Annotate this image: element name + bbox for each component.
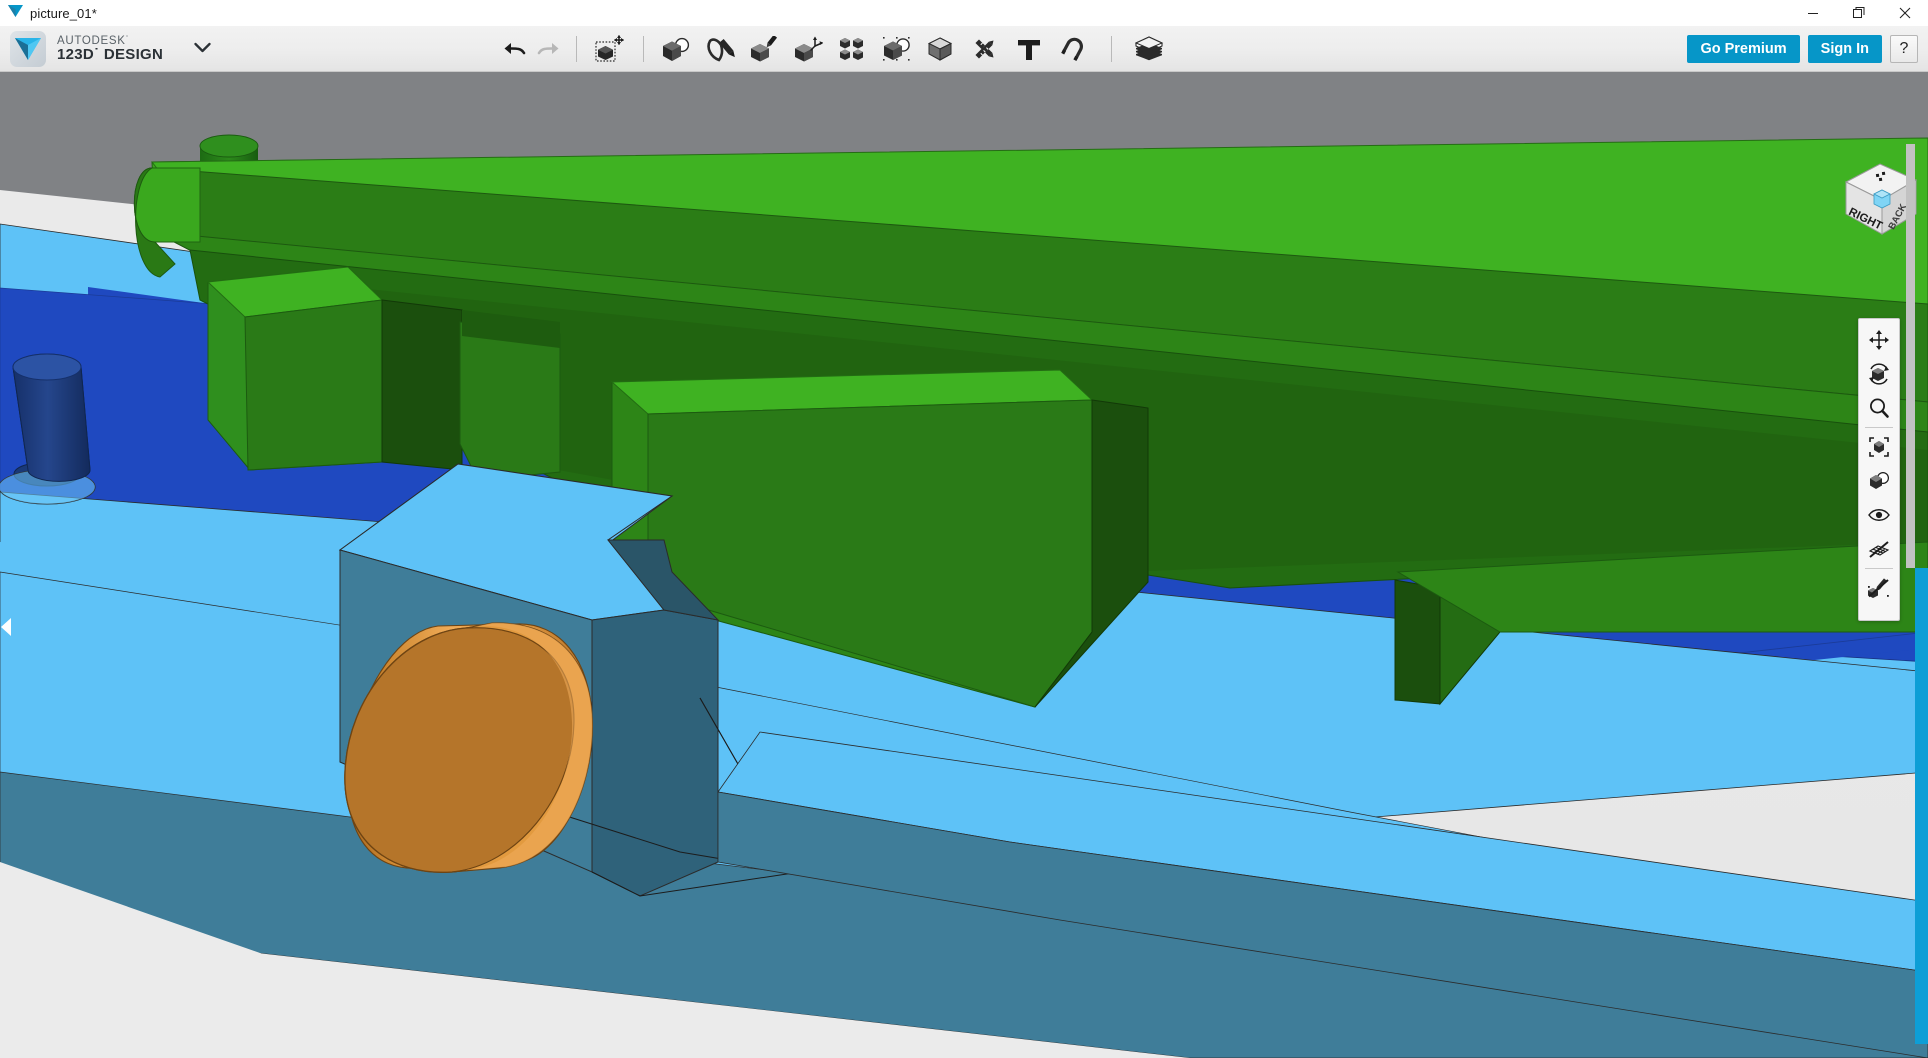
sign-in-button[interactable]: Sign In <box>1808 35 1882 63</box>
navbar-divider-2 <box>1865 568 1893 569</box>
account-actions: Go Premium Sign In ? <box>1687 26 1918 72</box>
restore-button[interactable] <box>1836 0 1882 26</box>
navbar-divider-1 <box>1865 427 1893 428</box>
construct-button[interactable] <box>743 30 787 68</box>
close-button[interactable] <box>1882 0 1928 26</box>
pattern-button[interactable] <box>831 30 875 68</box>
tool-group <box>497 26 1172 72</box>
snap-button[interactable] <box>1051 30 1095 68</box>
title-bar: picture_01* <box>0 0 1928 26</box>
fit-view-tool[interactable] <box>1861 430 1897 464</box>
combine-button[interactable] <box>875 30 919 68</box>
visual-style-tool[interactable] <box>1861 464 1897 498</box>
primitives-button[interactable] <box>655 30 699 68</box>
title-bar-left: picture_01* <box>0 4 97 23</box>
modify-button[interactable] <box>787 30 831 68</box>
minimize-button[interactable] <box>1790 0 1836 26</box>
chevron-down-icon[interactable] <box>194 40 211 58</box>
zoom-tool[interactable] <box>1861 391 1897 425</box>
orbit-tool[interactable] <box>1861 357 1897 391</box>
toolbar-separator-1 <box>576 36 577 62</box>
application-toolbar: AUTODESK˙ 123D˙ DESIGN <box>0 26 1928 72</box>
sketch-button[interactable] <box>699 30 743 68</box>
transform-button[interactable] <box>588 30 632 68</box>
toolbar-separator-2 <box>643 36 644 62</box>
brand-line-product: 123D˙ DESIGN <box>57 47 163 63</box>
brand-text: AUTODESK˙ 123D˙ DESIGN <box>57 35 163 63</box>
home-cube-icon <box>1874 190 1890 208</box>
autodesk-logo-icon <box>8 4 23 23</box>
text-button[interactable] <box>1007 30 1051 68</box>
window-controls <box>1790 0 1928 26</box>
snap-toggle-tool[interactable] <box>1861 571 1897 605</box>
panel-collapse-handle[interactable] <box>1915 568 1928 1044</box>
navigation-bar <box>1858 318 1900 621</box>
viewport-scrollbar[interactable] <box>1906 144 1915 568</box>
redo-button[interactable] <box>531 30 565 68</box>
brand-line-autodesk: AUTODESK˙ <box>57 35 163 47</box>
brand-area: AUTODESK˙ 123D˙ DESIGN <box>0 31 211 67</box>
group-button[interactable] <box>919 30 963 68</box>
viewport-3d[interactable]: RIGHT BACK <box>0 72 1928 1058</box>
grid-toggle-tool[interactable] <box>1861 532 1897 566</box>
window-title: picture_01* <box>30 6 97 21</box>
go-premium-button[interactable]: Go Premium <box>1687 35 1799 63</box>
help-button[interactable]: ? <box>1890 35 1918 63</box>
pan-tool[interactable] <box>1861 323 1897 357</box>
layers-button[interactable] <box>1128 30 1172 68</box>
collapse-panel-arrow-icon[interactable] <box>1 618 11 636</box>
toolbar-separator-3 <box>1111 36 1112 62</box>
undo-button[interactable] <box>497 30 531 68</box>
model-scene[interactable] <box>0 72 1928 1058</box>
autodesk-app-logo-icon <box>10 31 46 67</box>
measure-button[interactable] <box>963 30 1007 68</box>
show-hide-tool[interactable] <box>1861 498 1897 532</box>
